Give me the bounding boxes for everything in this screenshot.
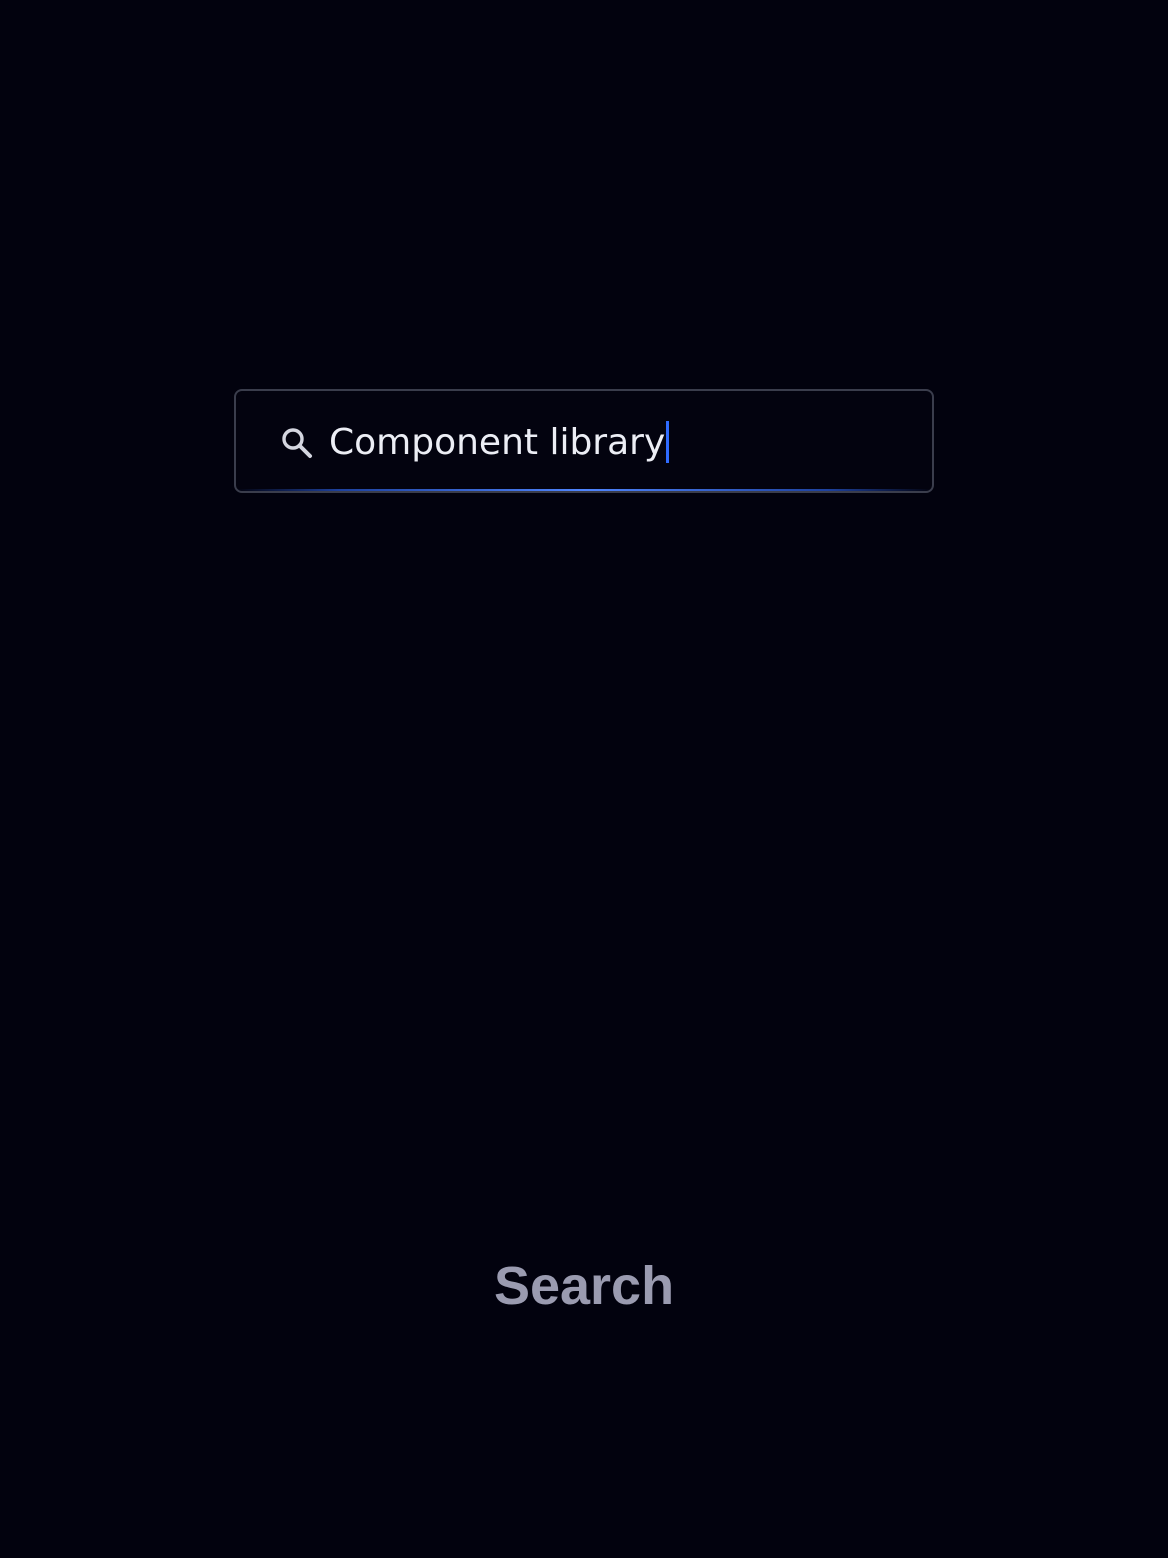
page: Component library Search bbox=[0, 0, 1168, 1558]
caption-label: Search bbox=[493, 1256, 675, 1316]
search-input[interactable]: Component library bbox=[329, 416, 670, 468]
focus-underline bbox=[236, 489, 932, 491]
search-input-value: Component library bbox=[329, 421, 666, 463]
search-icon bbox=[282, 428, 312, 458]
text-caret bbox=[666, 421, 670, 463]
search-field[interactable]: Component library bbox=[234, 389, 934, 493]
